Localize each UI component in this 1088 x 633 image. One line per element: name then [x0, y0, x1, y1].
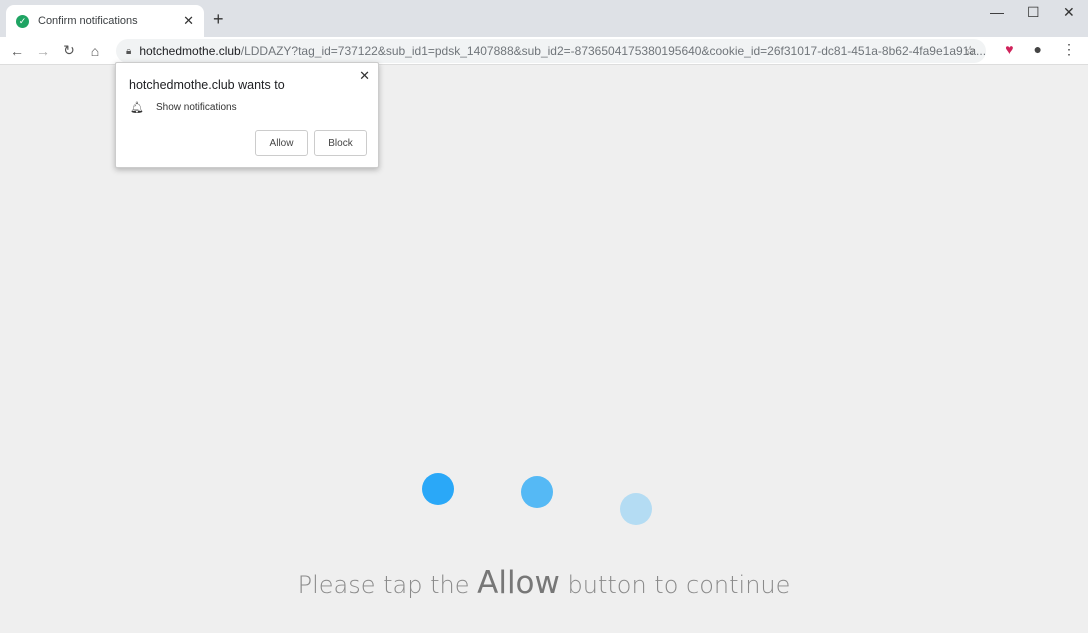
menu-icon[interactable]: ⋮	[1062, 41, 1076, 58]
check-circle-icon: ✓	[16, 14, 29, 28]
loading-dot	[620, 493, 652, 525]
bookmark-star-icon[interactable]: ☆	[964, 43, 976, 59]
tab-title: Confirm notifications	[38, 15, 138, 27]
new-tab-button[interactable]: +	[213, 9, 224, 30]
close-tab-icon[interactable]: ✕	[183, 13, 194, 29]
instruction-message: Please tap the Allow button to continue	[297, 565, 791, 601]
lock-icon: 🔒︎	[126, 45, 132, 57]
loading-dot	[422, 473, 454, 505]
url-path: /LDDAZY?tag_id=737122&sub_id1=pdsk_14078…	[240, 44, 986, 58]
maximize-button[interactable]: ☐	[1027, 4, 1040, 21]
reload-button[interactable]: ↻	[56, 42, 82, 59]
minimize-button[interactable]: —	[990, 4, 1004, 20]
tab-confirm-notifications[interactable]: ✓ Confirm notifications ✕	[6, 5, 204, 37]
loading-dot	[521, 476, 553, 508]
close-popup-icon[interactable]: ✕	[359, 68, 370, 84]
close-window-button[interactable]: ✕	[1063, 4, 1075, 21]
address-bar[interactable]: 🔒︎ hotchedmothe.club/LDDAZY?tag_id=73712…	[116, 39, 986, 63]
toolbar: ← → ↻ ⌂ 🔒︎ hotchedmothe.club/LDDAZY?tag_…	[0, 37, 1088, 65]
url-host: hotchedmothe.club	[139, 44, 241, 58]
extension-icon[interactable]: ♥	[1005, 41, 1013, 58]
block-button[interactable]: Block	[314, 130, 367, 156]
popup-heading: hotchedmothe.club wants to	[129, 78, 285, 92]
notification-permission-popup: hotchedmothe.club wants to ✕ 🔔︎ Show noti…	[115, 62, 379, 168]
bell-icon: 🔔︎	[130, 102, 144, 114]
allow-button[interactable]: Allow	[255, 130, 308, 156]
forward-button[interactable]: →	[30, 43, 56, 59]
home-button[interactable]: ⌂	[82, 43, 108, 59]
tab-strip: ✓ Confirm notifications ✕ + — ☐ ✕	[0, 0, 1088, 37]
permission-label: Show notifications	[155, 102, 237, 113]
profile-icon[interactable]: ●	[1034, 41, 1042, 58]
back-button[interactable]: ←	[4, 43, 30, 59]
